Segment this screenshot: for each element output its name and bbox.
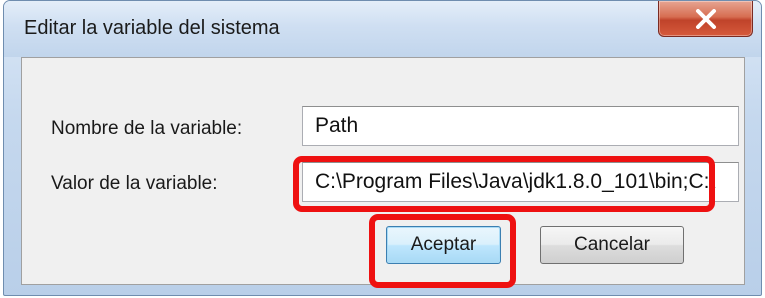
edit-system-variable-dialog: Editar la variable del sistema Nombre de… <box>3 0 762 296</box>
variable-value-label: Valor de la variable: <box>51 173 218 194</box>
accept-button[interactable]: Aceptar <box>386 226 501 264</box>
window-title: Editar la variable del sistema <box>24 17 280 39</box>
close-button[interactable] <box>658 1 753 37</box>
cancel-button[interactable]: Cancelar <box>540 226 684 264</box>
variable-name-label: Nombre de la variable: <box>51 118 243 139</box>
title-bar[interactable]: Editar la variable del sistema <box>4 1 761 57</box>
variable-value-input[interactable]: C:\Program Files\Java\jdk1.8.0_101\bin;C… <box>302 162 739 202</box>
dialog-content: Nombre de la variable: Path Valor de la … <box>21 57 745 285</box>
close-x-icon <box>696 9 716 29</box>
variable-name-input[interactable]: Path <box>302 106 739 146</box>
